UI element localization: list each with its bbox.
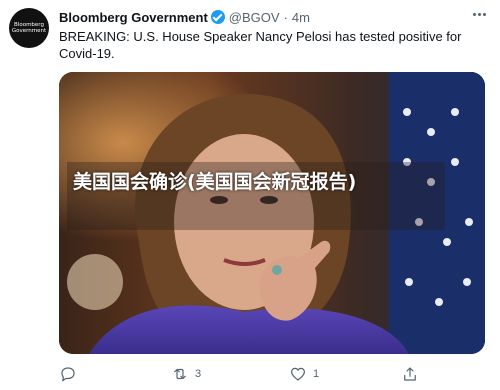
display-name[interactable]: Bloomberg Government	[59, 10, 208, 25]
tweet-actions: 3 1	[59, 364, 479, 384]
handle[interactable]: @BGOV	[229, 10, 280, 25]
tweet-card[interactable]: Bloomberg Government Bloomberg Governmen…	[0, 0, 500, 390]
reply-button[interactable]	[59, 364, 83, 384]
verified-badge-icon	[210, 10, 225, 24]
retweet-icon	[174, 368, 186, 380]
share-icon	[404, 367, 416, 381]
timestamp[interactable]: 4m	[292, 10, 310, 25]
tweet-text: BREAKING: U.S. House Speaker Nancy Pelos…	[59, 29, 462, 61]
like-count: 1	[313, 368, 320, 380]
tweet-header: Bloomberg Government @BGOV · 4m	[59, 8, 490, 26]
retweet-count: 3	[195, 368, 202, 380]
separator: ·	[283, 9, 288, 25]
avatar-line-2: Government	[11, 28, 47, 34]
avatar[interactable]: Bloomberg Government	[9, 8, 49, 48]
tweet-image[interactable]: 美国国会确诊(美国国会新冠报告)	[59, 72, 485, 354]
heart-icon	[291, 367, 305, 381]
more-options-icon[interactable]	[473, 13, 486, 16]
reply-icon	[61, 367, 75, 382]
retweet-button[interactable]: 3	[171, 364, 201, 384]
share-button[interactable]	[401, 364, 419, 384]
like-button[interactable]: 1	[289, 364, 319, 384]
image-caption: 美国国会确诊(美国国会新冠报告)	[73, 171, 357, 193]
